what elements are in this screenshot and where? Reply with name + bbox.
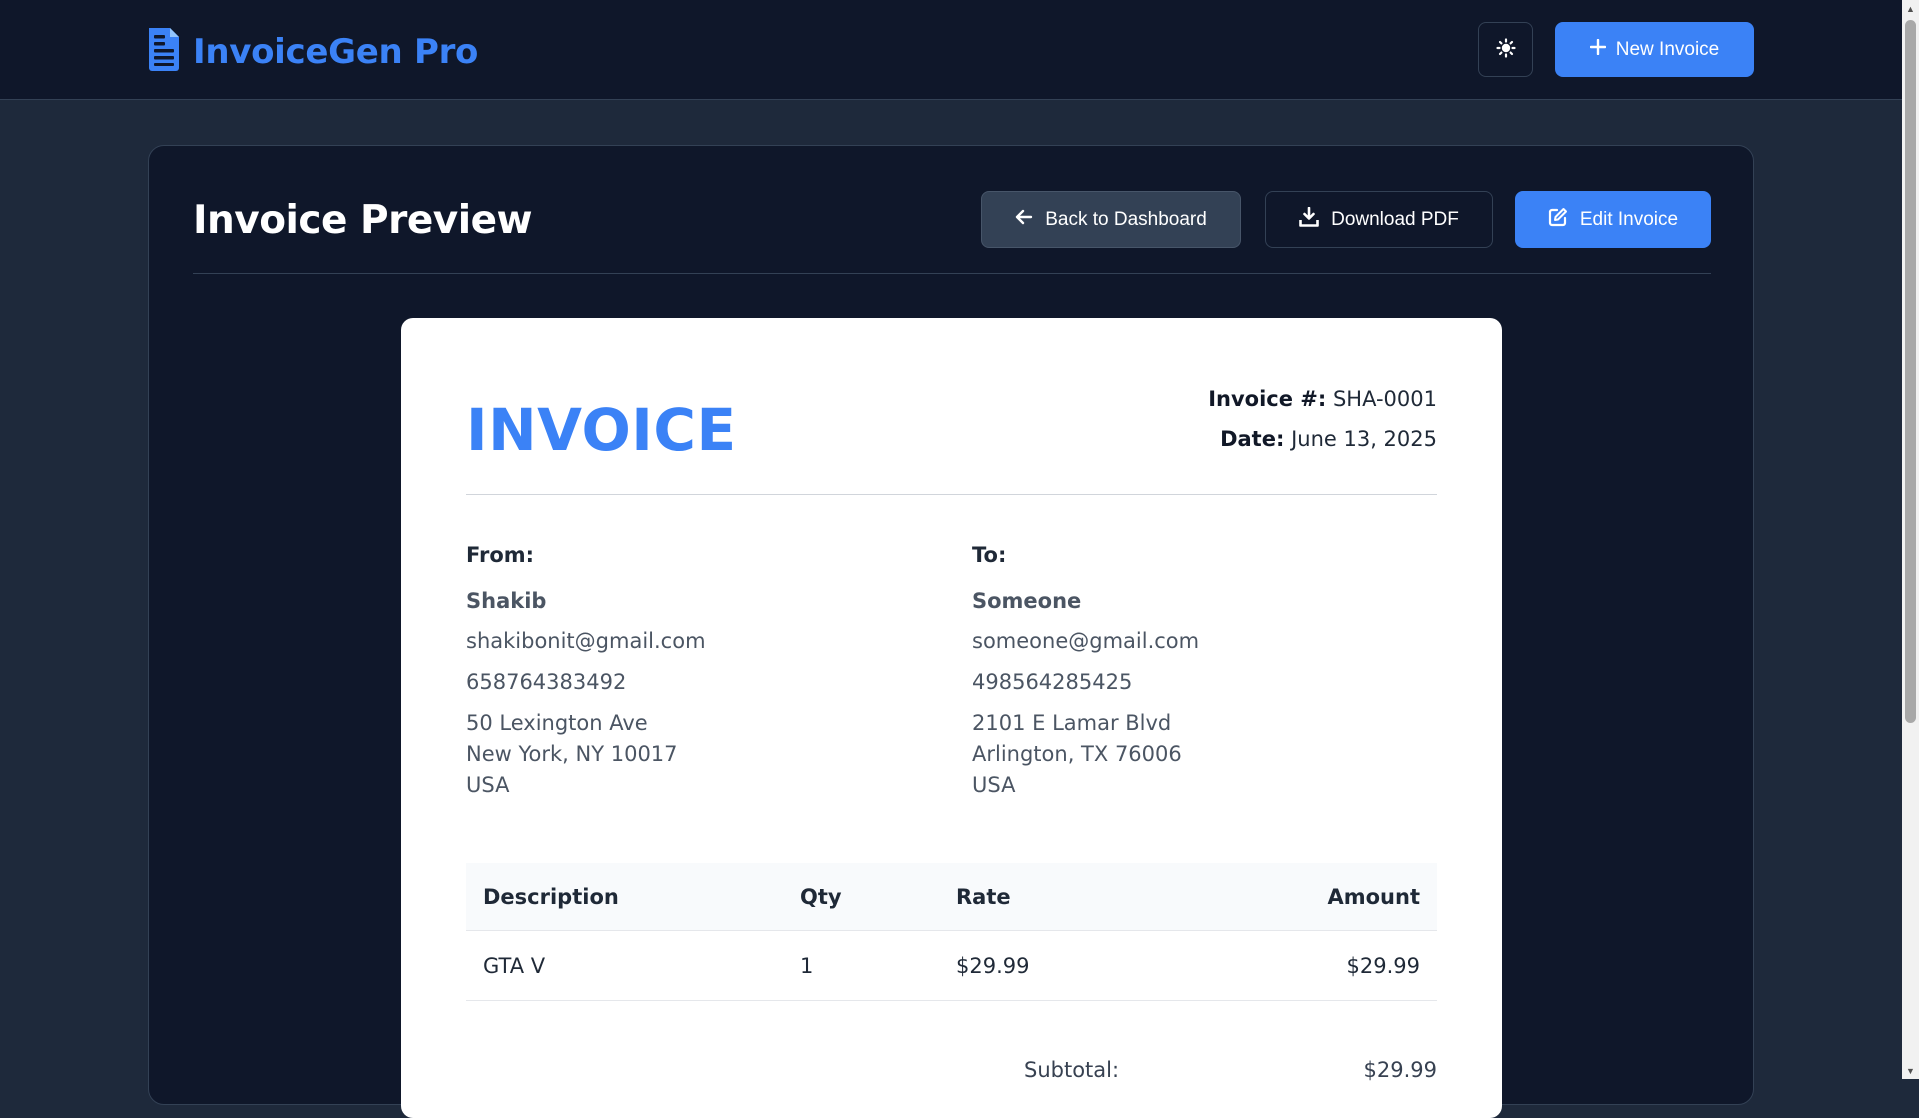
invoice-number-label: Invoice #: xyxy=(1208,387,1327,411)
invoice-heading: INVOICE xyxy=(466,396,737,464)
line-items-table: Description Qty Rate Amount GTA V 1 $29.… xyxy=(466,863,1437,1001)
to-country: USA xyxy=(972,773,1016,797)
download-pdf-button[interactable]: Download PDF xyxy=(1265,191,1493,248)
page-scrollbar[interactable]: ▲ ▼ xyxy=(1902,0,1919,1079)
back-to-dashboard-label: Back to Dashboard xyxy=(1045,208,1207,230)
invoice-number: SHA-0001 xyxy=(1332,387,1437,411)
column-description: Description xyxy=(483,884,619,909)
sun-icon xyxy=(1495,38,1516,61)
download-pdf-label: Download PDF xyxy=(1331,208,1459,230)
scroll-down-arrow-icon[interactable]: ▼ xyxy=(1902,1062,1919,1079)
from-email: shakibonit@gmail.com xyxy=(466,629,706,653)
download-icon xyxy=(1299,206,1319,233)
column-amount: Amount xyxy=(1327,884,1420,909)
brand-name: InvoiceGen Pro xyxy=(193,31,479,72)
table-header: Description Qty Rate Amount xyxy=(466,863,1437,931)
invoice-date-label: Date: xyxy=(1220,427,1285,451)
new-invoice-label: New Invoice xyxy=(1615,38,1720,60)
bill-to: To: Someone someone@gmail.com 4985642854… xyxy=(972,542,1392,803)
from-address-line1: 50 Lexington Ave xyxy=(466,711,648,735)
to-name: Someone xyxy=(972,589,1082,613)
row-rate: $29.99 xyxy=(956,953,1030,978)
new-invoice-button[interactable]: New Invoice xyxy=(1555,22,1754,77)
subtotal-label: Subtotal: xyxy=(1024,1058,1120,1082)
file-invoice-icon xyxy=(146,26,182,77)
from-label: From: xyxy=(466,543,535,567)
invoice-document: INVOICE Invoice #: SHA-0001 Date: June 1… xyxy=(401,318,1502,1118)
invoice-preview-panel: Invoice Preview Back to Dashboard Downlo… xyxy=(148,145,1754,1118)
to-email: someone@gmail.com xyxy=(972,629,1200,653)
column-rate: Rate xyxy=(956,884,1011,909)
edit-invoice-label: Edit Invoice xyxy=(1579,208,1679,230)
top-navbar: InvoiceGen Pro New Invoice xyxy=(0,0,1902,100)
to-phone: 498564285425 xyxy=(972,670,1133,694)
bill-from: From: Shakib shakibonit@gmail.com 658764… xyxy=(466,542,886,803)
subtotal-value: $29.99 xyxy=(1363,1058,1437,1082)
table-row: GTA V 1 $29.99 $29.99 xyxy=(466,931,1437,1001)
row-description: GTA V xyxy=(483,953,546,978)
from-country: USA xyxy=(466,773,510,797)
invoice-meta: Invoice #: SHA-0001 Date: June 13, 2025 xyxy=(1208,386,1437,466)
plus-icon xyxy=(1589,38,1606,61)
column-qty: Qty xyxy=(800,884,842,909)
theme-toggle-button[interactable] xyxy=(1478,22,1533,77)
from-name: Shakib xyxy=(466,589,547,613)
row-qty: 1 xyxy=(800,953,814,978)
from-phone: 658764383492 xyxy=(466,670,627,694)
to-address-line2: Arlington, TX 76006 xyxy=(972,742,1182,766)
from-address-line2: New York, NY 10017 xyxy=(466,742,678,766)
invoice-date: June 13, 2025 xyxy=(1291,427,1437,451)
header-divider xyxy=(193,273,1711,274)
edit-invoice-button[interactable]: Edit Invoice xyxy=(1515,191,1711,248)
row-amount: $29.99 xyxy=(1346,953,1420,978)
to-address-line1: 2101 E Lamar Blvd xyxy=(972,711,1172,735)
invoice-date-line: Date: June 13, 2025 xyxy=(1208,426,1437,466)
back-to-dashboard-button[interactable]: Back to Dashboard xyxy=(981,191,1241,248)
invoice-divider xyxy=(466,494,1437,495)
edit-icon xyxy=(1548,207,1568,233)
page-title: Invoice Preview xyxy=(193,198,533,243)
scroll-thumb[interactable] xyxy=(1905,20,1916,723)
invoice-number-line: Invoice #: SHA-0001 xyxy=(1208,386,1437,426)
to-label: To: xyxy=(972,543,1007,567)
arrow-left-icon xyxy=(1015,209,1033,231)
brand-logo[interactable]: InvoiceGen Pro xyxy=(146,26,478,77)
scroll-up-arrow-icon[interactable]: ▲ xyxy=(1902,0,1919,17)
